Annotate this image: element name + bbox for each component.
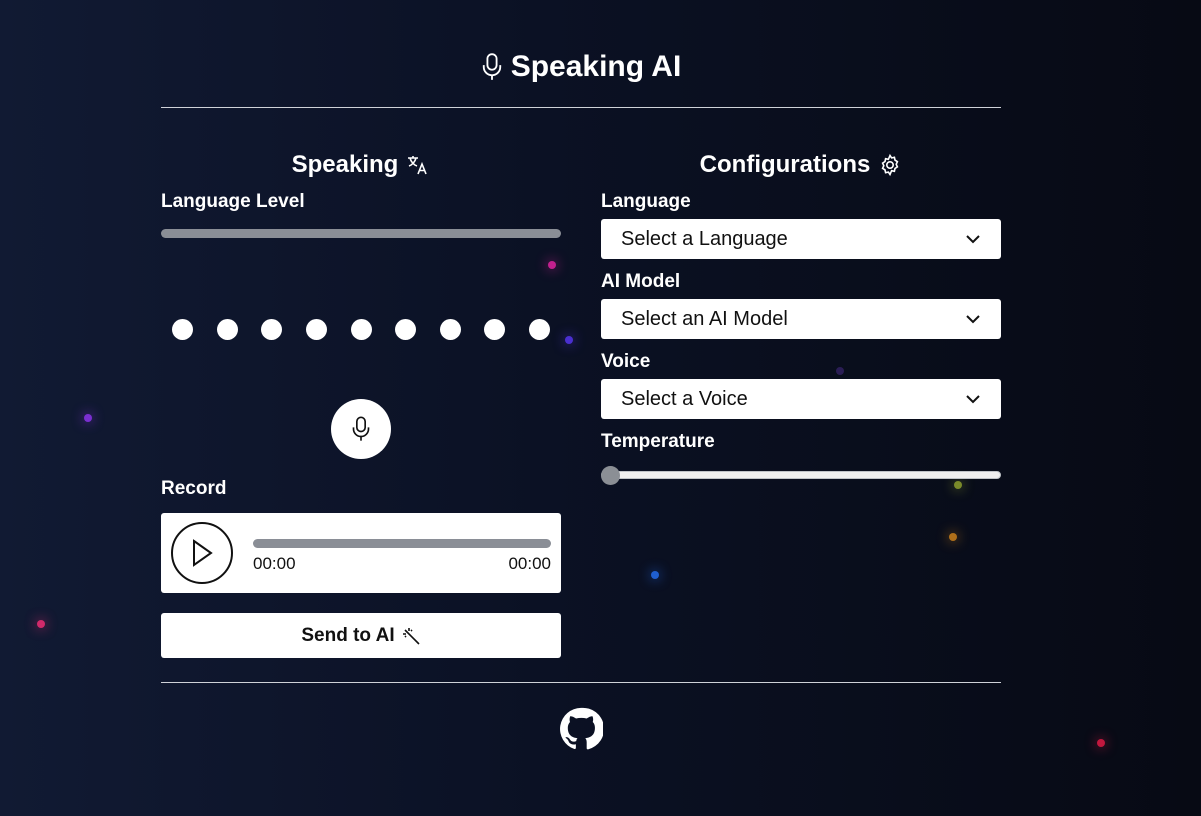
configurations-panel: Configurations Language Select a Languag…: [601, 108, 1001, 658]
ai-model-label: AI Model: [601, 271, 681, 292]
speaking-panel: Speaking Language Level Record 00:00 00:…: [161, 108, 561, 658]
current-time: 00:00: [253, 553, 296, 573]
speaking-title: Speaking: [161, 142, 561, 188]
microphone-icon: [482, 52, 501, 80]
chevron-down-icon: [966, 395, 980, 404]
translate-icon: [408, 156, 428, 175]
decor-dot: [1097, 739, 1105, 747]
chevron-down-icon: [966, 315, 980, 324]
play-button[interactable]: [171, 522, 233, 584]
page-header: Speaking AI: [161, 0, 1001, 108]
decor-dot: [37, 620, 45, 628]
voice-select[interactable]: Select a Voice: [601, 379, 1001, 419]
language-label: Language: [601, 191, 691, 212]
visualizer-dot: [172, 319, 193, 340]
send-to-ai-label: Send to AI: [301, 624, 395, 646]
temperature-slider[interactable]: [601, 465, 1001, 485]
microphone-icon: [352, 416, 370, 441]
duration: 00:00: [508, 553, 551, 573]
audio-visualizer: [161, 319, 561, 340]
page-title-text: Speaking AI: [510, 49, 682, 83]
record-mic-button[interactable]: [331, 399, 391, 459]
language-select[interactable]: Select a Language: [601, 219, 1001, 259]
play-icon: [193, 539, 213, 567]
record-label: Record: [161, 478, 227, 499]
visualizer-dot: [261, 319, 283, 340]
visualizer-dot: [305, 319, 327, 340]
playback-progress-bar[interactable]: [253, 538, 551, 548]
ai-model-select-value: Select an AI Model: [621, 307, 788, 330]
configurations-title-text: Configurations: [699, 151, 871, 178]
magic-wand-icon: [402, 627, 420, 645]
visualizer-dot: [350, 319, 372, 340]
gear-icon: [881, 153, 899, 177]
page-title: Speaking AI: [481, 49, 682, 84]
github-icon[interactable]: [559, 707, 603, 751]
ai-model-select[interactable]: Select an AI Model: [601, 299, 1001, 339]
language-level-bar: [161, 229, 561, 238]
visualizer-dot: [484, 319, 506, 340]
decor-dot: [84, 414, 92, 422]
temperature-slider-thumb[interactable]: [601, 466, 620, 485]
main-container: Speaking AI Speaking Language Level Reco…: [161, 0, 1001, 658]
language-select-value: Select a Language: [621, 227, 788, 250]
send-to-ai-button[interactable]: Send to AI: [161, 613, 561, 658]
temperature-slider-track: [601, 471, 1001, 479]
speaking-title-text: Speaking: [291, 151, 399, 178]
voice-select-value: Select a Voice: [621, 387, 748, 410]
language-level-label: Language Level: [161, 191, 305, 212]
visualizer-dot: [529, 319, 550, 340]
voice-label: Voice: [601, 351, 651, 372]
chevron-down-icon: [966, 235, 980, 244]
page-footer: [161, 682, 1001, 751]
visualizer-dot: [216, 319, 238, 340]
visualizer-dot: [439, 319, 461, 340]
configurations-title: Configurations: [601, 142, 1001, 188]
temperature-label: Temperature: [601, 431, 715, 452]
visualizer-dot: [395, 319, 417, 340]
audio-player: 00:00 00:00: [161, 513, 561, 593]
